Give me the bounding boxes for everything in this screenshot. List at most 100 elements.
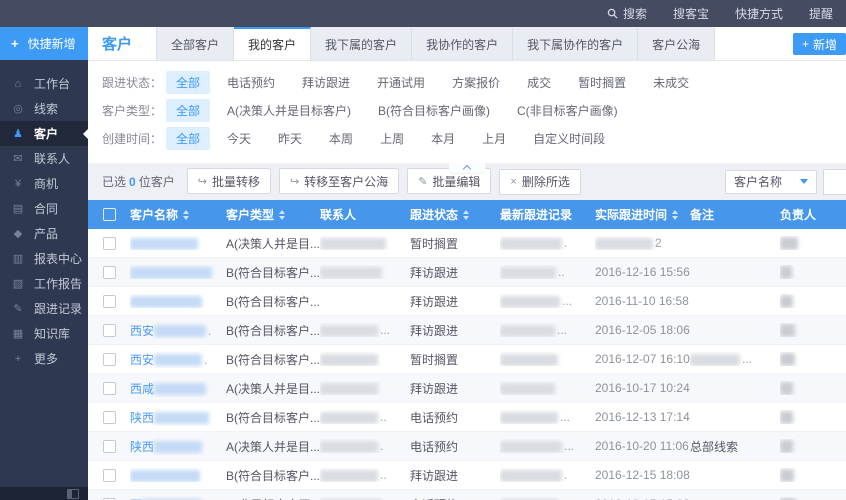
sidebar-item-report-center[interactable]: ▥ 报表中心 [0, 246, 88, 271]
column-header-客户类型[interactable]: 客户类型 [226, 206, 320, 223]
tab-客户公海[interactable]: 客户公海 [638, 27, 716, 60]
delete-selected-button[interactable]: × 删除所选 [499, 168, 581, 195]
search-field-select[interactable]: 客户名称 [725, 169, 817, 194]
row-checkbox[interactable] [103, 439, 116, 453]
sidebar-item-contacts[interactable]: ✉ 联系人 [0, 146, 88, 171]
row-checkbox[interactable] [103, 323, 116, 337]
sort-icon[interactable] [463, 209, 470, 220]
sort-icon[interactable] [279, 209, 286, 220]
filter-option[interactable]: 未成交 [643, 71, 699, 94]
search-area: 客户名称 [725, 168, 846, 195]
filter-option[interactable]: 昨天 [268, 127, 312, 150]
collapse-filters-button[interactable] [449, 163, 485, 174]
customer-name-link[interactable]: 西 [130, 496, 226, 500]
sidebar-item-customers[interactable]: ♟ 客户 [0, 121, 88, 146]
column-header-客户名称[interactable]: 客户名称 [130, 206, 226, 223]
tab-我的客户[interactable]: 我的客户 [234, 27, 312, 60]
filter-option[interactable]: 全部 [166, 98, 211, 122]
report-center-icon: ▥ [12, 253, 24, 265]
sidebar-item-label: 工作台 [34, 77, 71, 91]
quick-add-button[interactable]: + 快捷新增 [0, 27, 88, 60]
sidebar-item-workbench[interactable]: ⌂ 工作台 [0, 71, 88, 96]
sidebar-item-opportunities[interactable]: ¥ 商机 [0, 171, 88, 196]
filter-option[interactable]: C(非目标客户画像) [507, 99, 628, 122]
row-checkbox[interactable] [103, 294, 116, 308]
select-all-checkbox[interactable] [103, 208, 116, 221]
column-label: 负责人 [780, 208, 817, 222]
filter-option[interactable]: 全部 [166, 126, 211, 150]
sort-icon[interactable] [183, 209, 190, 220]
transfer-to-pool-button[interactable]: ↪ 转移至客户公海 [278, 168, 400, 195]
sidebar-item-follow-records[interactable]: ✎ 跟进记录 [0, 296, 88, 321]
topbar-search[interactable]: 搜索 [594, 0, 660, 27]
customer-name-link[interactable]: 陕西 [130, 438, 226, 455]
filter-option[interactable]: 方案报价 [442, 71, 510, 94]
customer-name-link[interactable]: 西咸 [130, 380, 226, 397]
customer-name-link[interactable] [130, 294, 226, 308]
customer-name-link[interactable] [130, 236, 226, 250]
row-checkbox[interactable] [103, 468, 116, 482]
sidebar-item-contracts[interactable]: ▤ 合同 [0, 196, 88, 221]
sidebar-item-work-reports[interactable]: ▧ 工作报告 [0, 271, 88, 296]
row-checkbox[interactable] [103, 352, 116, 366]
sidebar-item-knowledge-base[interactable]: ▦ 知识库 [0, 321, 88, 346]
add-customer-button[interactable]: + 新增 [792, 33, 846, 55]
table-row: 陕西 A(决策人并是目.... 电话预约... 2016-10-20 11:06 总部线… [88, 432, 846, 461]
filter-option[interactable]: 上月 [472, 127, 516, 150]
filter-option[interactable]: 自定义时间段 [523, 127, 615, 150]
sidebar-item-products[interactable]: ◆ 产品 [0, 221, 88, 246]
search-icon [607, 8, 618, 19]
topbar-soukebao[interactable]: 搜客宝 [660, 0, 722, 27]
filter-option[interactable]: 成交 [517, 71, 561, 94]
tab-我协作的客户[interactable]: 我协作的客户 [412, 27, 514, 60]
customer-name-link[interactable]: 陕西 [130, 409, 226, 426]
tab-我下属协作的客户[interactable]: 我下属协作的客户 [513, 27, 639, 60]
customer-name-link[interactable]: 西安. [130, 322, 226, 339]
filter-option[interactable]: 暂时搁置 [568, 71, 636, 94]
filter-option[interactable]: 今天 [217, 127, 261, 150]
main-content: 客户 全部客户 我的客户 我下属的客户 我协作的客户 我下属协作的客户 客户公海 + 新增… [88, 27, 846, 500]
filter-option[interactable]: 开通试用 [367, 71, 435, 94]
filter-option[interactable]: A(决策人并是目标客户) [217, 99, 361, 122]
filter-option[interactable]: 拜访跟进 [292, 71, 360, 94]
row-checkbox[interactable] [103, 265, 116, 279]
sidebar-item-label: 商机 [34, 177, 59, 191]
customer-type-cell: B(符合目标客户... [226, 323, 320, 338]
row-checkbox[interactable] [103, 410, 116, 424]
add-button-label: 新增 [812, 37, 837, 52]
collapse-sidebar-icon[interactable] [67, 488, 79, 499]
sidebar-item-more[interactable]: + 更多 [0, 346, 88, 371]
column-header-实际跟进时间[interactable]: 实际跟进时间 [595, 206, 690, 223]
filter-option[interactable]: 本周 [319, 127, 363, 150]
tab-全部客户[interactable]: 全部客户 [156, 27, 235, 60]
customer-name-link[interactable] [130, 265, 226, 279]
plus-icon: + [11, 36, 19, 51]
sidebar-item-leads[interactable]: ◎ 线索 [0, 96, 88, 121]
batch-transfer-button[interactable]: ↪ 批量转移 [186, 168, 271, 195]
column-header-跟进状态[interactable]: 跟进状态 [410, 206, 500, 223]
topbar-label: 提醒 [808, 7, 833, 21]
redacted-owner [780, 469, 794, 483]
sidebar-nav: ⌂ 工作台 ◎ 线索 ♟ 客户 ✉ 联系人 ¥ 商机 ▤ 合同 ◆ 产品 ▥ 报表中心 ▧ 工作报告 ✎ 跟进记录 ▦ 知… [0, 60, 88, 371]
table-row: B(符合目标客户..... 拜访跟进. 2016-12-15 18:08 [88, 461, 846, 490]
tab-我下属的客户[interactable]: 我下属的客户 [311, 27, 413, 60]
topbar-reminder[interactable]: 提醒 [796, 0, 846, 27]
follow-time-cell: 2016-11-10 16:58 [595, 294, 689, 308]
search-input[interactable] [823, 168, 846, 195]
filter-option[interactable]: 本月 [421, 127, 465, 150]
customer-name-link[interactable]: 西安. [130, 351, 226, 368]
redacted-contact [320, 324, 378, 337]
customer-type-cell: B(符合目标客户... [226, 265, 320, 280]
row-checkbox[interactable] [103, 381, 116, 395]
sort-icon[interactable] [672, 209, 679, 220]
filter-option[interactable]: 上周 [370, 127, 414, 150]
follow-status-cell: 电话预约 [410, 439, 459, 454]
sidebar-item-label: 报表中心 [34, 252, 83, 266]
follow-status-cell: 电话预约 [410, 410, 459, 425]
row-checkbox[interactable] [103, 236, 116, 250]
filter-option[interactable]: 全部 [166, 70, 211, 94]
filter-option[interactable]: 电话预约 [217, 71, 285, 94]
filter-option[interactable]: B(符合目标客户画像) [368, 99, 500, 122]
customer-name-link[interactable] [130, 468, 226, 482]
topbar-shortcuts[interactable]: 快捷方式 [722, 0, 796, 27]
